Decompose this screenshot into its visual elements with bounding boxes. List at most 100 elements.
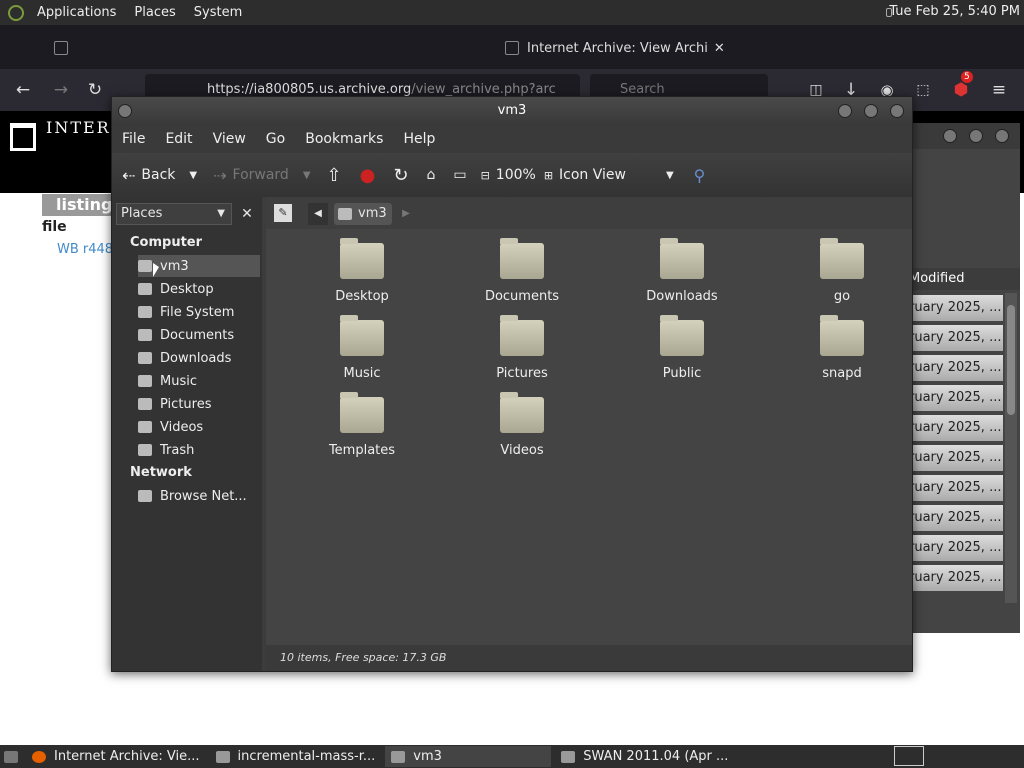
menu-help[interactable]: Help — [393, 131, 445, 147]
table-row[interactable]: ruary 2025, ... — [905, 445, 1003, 471]
close-icon[interactable] — [890, 104, 904, 118]
edit-location-icon[interactable]: ✎ — [274, 204, 292, 222]
view-mode-select[interactable]: Icon View ▼ — [559, 167, 674, 183]
modified-column-header[interactable]: Modified — [905, 268, 1020, 290]
file-manager-window: vm3 File Edit View Go Bookmarks Help ⇠ Ba… — [111, 96, 913, 672]
forward-dropdown-icon[interactable]: ▼ — [303, 170, 311, 181]
sidebar-item-pictures[interactable]: Pictures — [138, 393, 260, 415]
sidebar-item-downloads[interactable]: Downloads — [138, 347, 260, 369]
folder-desktop[interactable]: Desktop — [302, 238, 422, 304]
applications-menu[interactable]: Applications — [28, 0, 125, 25]
search-icon[interactable]: ⚲ — [694, 166, 706, 185]
table-row[interactable]: ruary 2025, ... — [905, 505, 1003, 531]
tab-internet-archive[interactable]: Internet Archive: View Archi ✕ — [505, 33, 725, 63]
back-dropdown-icon[interactable]: ▼ — [189, 170, 197, 181]
task-swan[interactable]: SWAN 2011.04 (Apr ... — [555, 746, 734, 767]
reload-icon[interactable]: ↻ — [393, 165, 408, 186]
menu-file[interactable]: File — [112, 131, 155, 147]
up-icon[interactable]: ⇧ — [327, 165, 342, 186]
task-vm3[interactable]: vm3 — [385, 746, 552, 767]
bg-maximize-icon[interactable] — [969, 129, 983, 143]
window-menu-icon[interactable] — [118, 104, 132, 118]
ia-logo-icon[interactable] — [10, 123, 36, 151]
places-menu[interactable]: Places — [125, 0, 184, 25]
places-label: Places — [121, 206, 163, 221]
show-desktop-icon[interactable] — [4, 750, 18, 763]
sidebar-item-browse-network[interactable]: Browse Net... — [138, 485, 260, 507]
folder-music[interactable]: Music — [302, 315, 422, 381]
github-tab[interactable] — [54, 33, 76, 63]
chevron-down-icon: ▼ — [217, 208, 225, 219]
file-link[interactable]: WB r448 — [57, 242, 113, 257]
table-row[interactable]: ruary 2025, ... — [905, 295, 1003, 321]
sidebar-item-label: Pictures — [160, 396, 212, 412]
table-row[interactable]: ruary 2025, ... — [905, 355, 1003, 381]
zoom-out-icon[interactable]: ⊟ — [481, 169, 490, 182]
menu-view[interactable]: View — [203, 131, 256, 147]
table-row[interactable]: ruary 2025, ... — [905, 325, 1003, 351]
bg-minimize-icon[interactable] — [943, 129, 957, 143]
forward-button[interactable]: ⇢ Forward ▼ — [213, 166, 310, 185]
menu-go[interactable]: Go — [256, 131, 295, 147]
extensions-icon[interactable]: ⬚ — [912, 79, 934, 101]
sidebar-item-music[interactable]: Music — [138, 370, 260, 392]
table-row[interactable]: ruary 2025, ... — [905, 415, 1003, 441]
fm-titlebar[interactable]: vm3 — [112, 97, 912, 125]
home-folder-icon — [138, 260, 152, 272]
folder-snapd[interactable]: snapd — [782, 315, 902, 381]
bg-close-icon[interactable] — [995, 129, 1009, 143]
close-tab-icon[interactable]: ✕ — [714, 41, 725, 56]
close-sidebar-icon[interactable]: ✕ — [236, 203, 258, 225]
sidebar-item-desktop[interactable]: Desktop — [138, 278, 260, 300]
path-left-icon[interactable]: ◀ — [308, 203, 328, 225]
folder-public[interactable]: Public — [622, 315, 742, 381]
folder-videos[interactable]: Videos — [462, 392, 582, 458]
minimize-icon[interactable] — [838, 104, 852, 118]
menu-icon[interactable]: ≡ — [988, 79, 1010, 101]
sidebar-item-label: Videos — [160, 419, 204, 435]
folder-icon — [215, 750, 230, 763]
table-row[interactable]: ruary 2025, ... — [905, 385, 1003, 411]
bg-scrollbar-thumb[interactable] — [1007, 305, 1015, 415]
folder-label: Documents — [484, 289, 560, 304]
sidebar-item-videos[interactable]: Videos — [138, 416, 260, 438]
sidebar-item-documents[interactable]: Documents — [138, 324, 260, 346]
menu-bar: File Edit View Go Bookmarks Help — [112, 125, 912, 153]
path-segment-vm3[interactable]: vm3 — [334, 203, 392, 225]
task-incremental[interactable]: incremental-mass-r... — [210, 746, 382, 767]
folder-documents[interactable]: Documents — [462, 238, 582, 304]
folder-label: Desktop — [335, 289, 389, 304]
desktop-folder-icon — [340, 238, 384, 279]
workspace-switcher[interactable] — [894, 746, 924, 766]
folder-go[interactable]: go — [782, 238, 902, 304]
folder-downloads[interactable]: Downloads — [622, 238, 742, 304]
stop-icon[interactable]: ● — [360, 165, 376, 186]
ia-title[interactable]: INTERNET ARCHIVE — [46, 119, 110, 137]
menu-edit[interactable]: Edit — [155, 131, 202, 147]
table-row[interactable]: ruary 2025, ... — [905, 535, 1003, 561]
sidebar-item-label: Music — [160, 373, 197, 389]
home-icon[interactable]: ⌂ — [426, 167, 435, 183]
folder-icon — [820, 238, 864, 279]
back-button[interactable]: ⇠ Back ▼ — [122, 166, 197, 185]
places-selector[interactable]: Places ▼ — [116, 203, 232, 225]
computer-icon[interactable]: ▭ — [453, 167, 466, 183]
back-icon[interactable]: ← — [12, 79, 34, 101]
pictures-folder-icon — [500, 315, 544, 356]
system-menu[interactable]: System — [185, 0, 251, 25]
forward-icon[interactable]: → — [50, 79, 72, 101]
sidebar-item-trash[interactable]: Trash — [138, 439, 260, 461]
sidebar-item-file-system[interactable]: File System — [138, 301, 260, 323]
folder-pictures[interactable]: Pictures — [462, 315, 582, 381]
table-row[interactable]: ruary 2025, ... — [905, 565, 1003, 591]
task-label: incremental-mass-r... — [237, 749, 376, 764]
zoom-in-icon[interactable]: ⊞ — [544, 169, 553, 182]
folder-templates[interactable]: Templates — [302, 392, 422, 458]
path-right-icon[interactable]: ▶ — [398, 203, 414, 225]
maximize-icon[interactable] — [864, 104, 878, 118]
reload-icon[interactable]: ↻ — [84, 79, 106, 101]
table-row[interactable]: ruary 2025, ... — [905, 475, 1003, 501]
menu-bookmarks[interactable]: Bookmarks — [295, 131, 393, 147]
task-firefox[interactable]: Internet Archive: Vie... — [26, 746, 206, 767]
clock[interactable]: Tue Feb 25, 5:40 PM — [889, 4, 1020, 19]
